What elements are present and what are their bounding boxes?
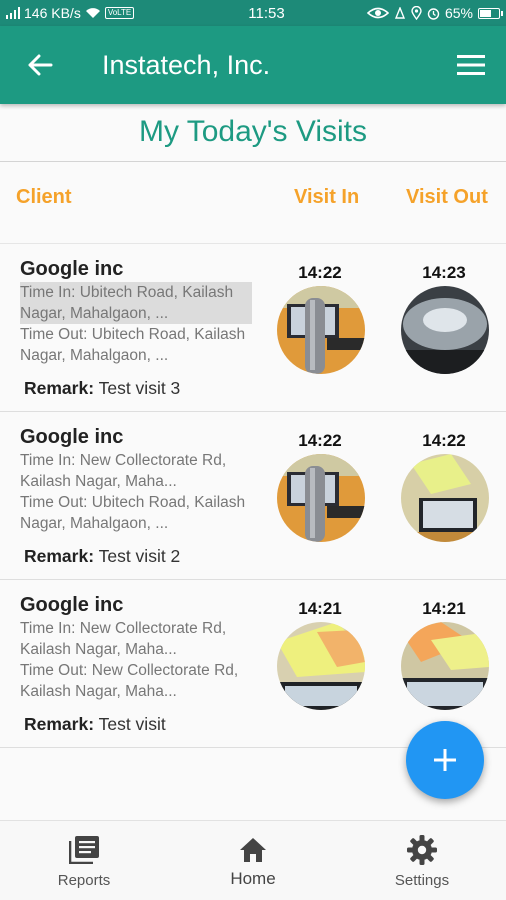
remark-label: Remark:: [24, 546, 95, 566]
network-speed: 146 KB/s: [24, 5, 81, 21]
client-name: Google inc: [20, 594, 124, 616]
visit-in-time: 14:22: [298, 263, 342, 282]
visit-row[interactable]: Google inc Time In: New Collectorate Rd,…: [0, 412, 506, 580]
visit-out-photo[interactable]: [401, 286, 489, 374]
nav-item-settings[interactable]: Settings: [338, 821, 506, 900]
nav-item-home[interactable]: Home: [169, 821, 337, 900]
status-time: 11:53: [248, 4, 285, 22]
visit-in-photo-image: [277, 622, 365, 710]
status-bar: 146 KB/s VoLTE 11:53 65%: [0, 0, 506, 26]
nav-label-home: Home: [230, 869, 276, 888]
bottom-navigation: Reports Home Settings: [0, 820, 506, 900]
visit-out-time: 14:22: [422, 431, 466, 450]
visit-in-photo[interactable]: [277, 454, 365, 542]
remark: Remark: Test visit: [24, 714, 166, 735]
back-button[interactable]: [0, 26, 80, 104]
client-name: Google inc: [20, 426, 124, 448]
remark-text: Test visit: [98, 714, 166, 734]
reports-icon: [69, 834, 99, 866]
hamburger-menu-icon: [457, 55, 485, 75]
battery-icon: [478, 7, 503, 19]
vibrate-icon: [394, 6, 406, 19]
nav-label-settings: Settings: [394, 872, 450, 889]
client-name: Google inc: [20, 258, 124, 280]
visit-in-time: 14:22: [298, 431, 342, 450]
arrow-back-icon: [28, 54, 53, 76]
visit-in-photo-image: [277, 286, 365, 374]
remark-label: Remark:: [24, 714, 95, 734]
visit-out-time: 14:23: [422, 263, 466, 282]
app-bar: Instatech, Inc.: [0, 26, 506, 104]
add-visit-button[interactable]: [406, 721, 484, 799]
plus-icon: [434, 749, 456, 771]
visit-in-photo-image: [277, 454, 365, 542]
remark-text: Test visit 2: [98, 546, 181, 566]
visit-out-photo[interactable]: [401, 622, 489, 710]
column-header-visit-in: Visit In: [294, 186, 360, 208]
visit-out-photo[interactable]: [401, 454, 489, 542]
battery-percent: 65%: [444, 5, 473, 21]
home-icon: [239, 834, 267, 866]
gear-icon: [407, 834, 437, 866]
time-out-location: Time Out: New Collectorate Rd, Kailash N…: [20, 662, 239, 700]
column-header-visit-out: Visit Out: [406, 186, 488, 208]
remark: Remark: Test visit 2: [24, 546, 180, 567]
visit-out-time: 14:21: [422, 599, 466, 618]
page-title: My Today's Visits: [138, 115, 368, 148]
alarm-icon: [427, 7, 440, 20]
time-in-location: Time In: New Collectorate Rd, Kailash Na…: [20, 620, 227, 658]
visit-row[interactable]: Google inc Time In: Ubitech Road, Kailas…: [0, 244, 506, 412]
remark-text: Test visit 3: [98, 378, 181, 398]
title-divider: [0, 161, 506, 162]
visit-in-photo[interactable]: [277, 286, 365, 374]
time-out-location: Time Out: Ubitech Road, Kailash Nagar, M…: [20, 326, 246, 364]
location-icon: [411, 6, 422, 20]
signal-icon: [6, 7, 20, 19]
visit-out-photo-image: [401, 454, 489, 542]
battery-fill: [480, 9, 492, 17]
menu-button[interactable]: [436, 26, 506, 104]
wifi-icon: [85, 8, 100, 18]
time-in-location: Time In: Ubitech Road, Kailash Nagar, Ma…: [20, 282, 252, 324]
volte-badge: VoLTE: [104, 7, 135, 19]
nav-item-reports[interactable]: Reports: [0, 821, 168, 900]
remark: Remark: Test visit 3: [24, 378, 180, 399]
visit-out-photo-image: [401, 286, 489, 374]
remark-label: Remark:: [24, 378, 95, 398]
nav-label-reports: Reports: [57, 872, 111, 889]
visit-out-photo-image: [401, 622, 489, 710]
visit-in-photo[interactable]: [277, 622, 365, 710]
column-header-client: Client: [16, 186, 72, 208]
column-header-row: Client Visit In Visit Out: [0, 186, 506, 214]
visit-in-time: 14:21: [298, 599, 342, 618]
app-title: Instatech, Inc.: [102, 49, 271, 80]
time-in-location: Time In: New Collectorate Rd, Kailash Na…: [20, 452, 227, 490]
time-out-location: Time Out: Ubitech Road, Kailash Nagar, M…: [20, 494, 246, 532]
status-right: 65%: [366, 5, 503, 21]
eye-icon: [366, 7, 389, 19]
